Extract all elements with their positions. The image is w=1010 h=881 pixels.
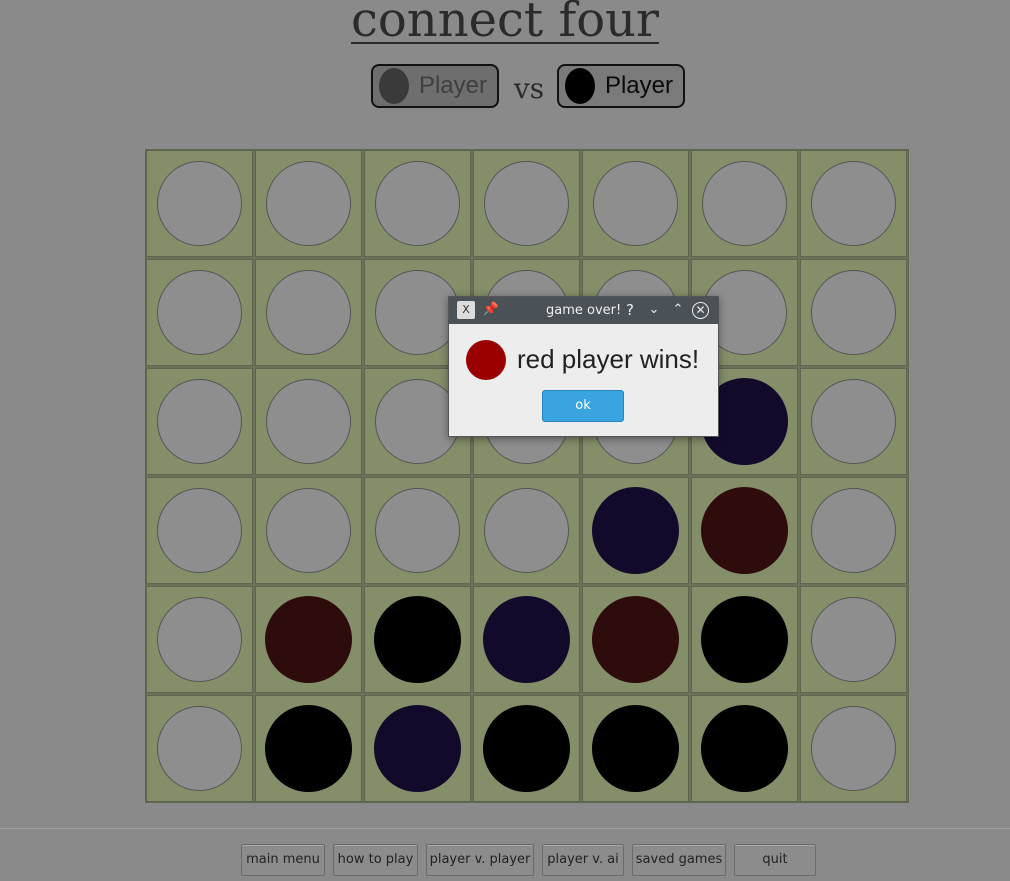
pin-icon[interactable]: 📌 bbox=[482, 301, 500, 319]
how-to-play-button[interactable]: how to play bbox=[333, 844, 418, 876]
player-two-chip bbox=[565, 68, 595, 104]
board-cell[interactable] bbox=[800, 586, 907, 693]
game-board[interactable] bbox=[145, 149, 909, 803]
board-cell[interactable] bbox=[364, 150, 471, 257]
board-cell[interactable] bbox=[800, 477, 907, 584]
empty-slot bbox=[702, 161, 787, 246]
board-cell[interactable] bbox=[146, 150, 253, 257]
board-cell[interactable] bbox=[146, 695, 253, 802]
dialog-body: red player wins! ok bbox=[449, 324, 718, 436]
empty-slot bbox=[266, 270, 351, 355]
board-cell[interactable] bbox=[691, 150, 798, 257]
empty-slot bbox=[266, 488, 351, 573]
player-one-label: Player bbox=[418, 72, 487, 99]
board-cell[interactable] bbox=[146, 259, 253, 366]
empty-slot bbox=[266, 379, 351, 464]
red-disc bbox=[701, 487, 788, 574]
player-v-player-button[interactable]: player v. player bbox=[426, 844, 534, 876]
empty-slot bbox=[484, 488, 569, 573]
purple-disc bbox=[592, 487, 679, 574]
board-cell[interactable] bbox=[146, 368, 253, 475]
empty-slot bbox=[811, 597, 896, 682]
board-cell[interactable] bbox=[364, 586, 471, 693]
game-title: connect four bbox=[351, 0, 659, 48]
empty-slot bbox=[811, 379, 896, 464]
close-icon[interactable]: ✕ bbox=[692, 302, 709, 319]
minimize-icon[interactable]: ⌄ bbox=[645, 301, 663, 319]
empty-slot bbox=[375, 488, 460, 573]
empty-slot bbox=[157, 597, 242, 682]
app-icon[interactable]: X bbox=[457, 301, 475, 319]
purple-disc bbox=[483, 596, 570, 683]
board-cell[interactable] bbox=[255, 586, 362, 693]
saved-games-button[interactable]: saved games bbox=[632, 844, 726, 876]
ok-button[interactable]: ok bbox=[542, 390, 624, 422]
black-disc bbox=[701, 705, 788, 792]
player-one-chip bbox=[379, 68, 409, 104]
quit-button[interactable]: quit bbox=[734, 844, 816, 876]
board-cell[interactable] bbox=[255, 695, 362, 802]
board-cell[interactable] bbox=[582, 695, 689, 802]
dialog-titlebar[interactable]: X 📌 game over! ? ⌄ ⌃ ✕ bbox=[449, 297, 718, 324]
empty-slot bbox=[593, 161, 678, 246]
winner-message: red player wins! bbox=[517, 344, 700, 374]
black-disc bbox=[701, 596, 788, 683]
maximize-icon[interactable]: ⌃ bbox=[669, 301, 687, 319]
board-cell[interactable] bbox=[800, 695, 907, 802]
board-cell[interactable] bbox=[691, 695, 798, 802]
winner-chip bbox=[466, 340, 506, 380]
board-cell[interactable] bbox=[146, 477, 253, 584]
board-cell[interactable] bbox=[473, 477, 580, 584]
board-cell[interactable] bbox=[146, 586, 253, 693]
empty-slot bbox=[811, 270, 896, 355]
board-cell[interactable] bbox=[473, 586, 580, 693]
player-v-ai-button[interactable]: player v. ai bbox=[542, 844, 624, 876]
board-cell[interactable] bbox=[255, 150, 362, 257]
empty-slot bbox=[157, 706, 242, 791]
empty-slot bbox=[484, 161, 569, 246]
black-disc bbox=[592, 705, 679, 792]
player-one-badge: Player bbox=[371, 64, 499, 108]
empty-slot bbox=[811, 706, 896, 791]
board-cell[interactable] bbox=[255, 259, 362, 366]
empty-slot bbox=[157, 161, 242, 246]
board-cell[interactable] bbox=[473, 695, 580, 802]
black-disc bbox=[483, 705, 570, 792]
empty-slot bbox=[157, 488, 242, 573]
footer-divider bbox=[0, 828, 1010, 829]
board-cell[interactable] bbox=[255, 477, 362, 584]
red-disc bbox=[265, 596, 352, 683]
main-menu-button[interactable]: main menu bbox=[241, 844, 325, 876]
versus-label: vs bbox=[513, 72, 545, 105]
dialog-title: game over! bbox=[546, 303, 622, 318]
purple-disc bbox=[374, 705, 461, 792]
black-disc bbox=[374, 596, 461, 683]
board-cell[interactable] bbox=[800, 150, 907, 257]
player-two-badge: Player bbox=[557, 64, 685, 108]
board-cell[interactable] bbox=[364, 695, 471, 802]
empty-slot bbox=[266, 161, 351, 246]
player-two-label: Player bbox=[604, 72, 673, 99]
empty-slot bbox=[157, 270, 242, 355]
board-cell[interactable] bbox=[691, 477, 798, 584]
game-over-dialog: X 📌 game over! ? ⌄ ⌃ ✕ red player wins! … bbox=[448, 296, 719, 437]
black-disc bbox=[265, 705, 352, 792]
board-cell[interactable] bbox=[473, 150, 580, 257]
board-cell[interactable] bbox=[582, 586, 689, 693]
empty-slot bbox=[157, 379, 242, 464]
empty-slot bbox=[811, 161, 896, 246]
board-cell[interactable] bbox=[800, 259, 907, 366]
board-cell[interactable] bbox=[582, 150, 689, 257]
empty-slot bbox=[375, 161, 460, 246]
board-cell[interactable] bbox=[364, 477, 471, 584]
help-icon[interactable]: ? bbox=[621, 301, 639, 319]
red-disc bbox=[592, 596, 679, 683]
empty-slot bbox=[811, 488, 896, 573]
board-cell[interactable] bbox=[582, 477, 689, 584]
board-cell[interactable] bbox=[800, 368, 907, 475]
board-cell[interactable] bbox=[255, 368, 362, 475]
board-cell[interactable] bbox=[691, 586, 798, 693]
